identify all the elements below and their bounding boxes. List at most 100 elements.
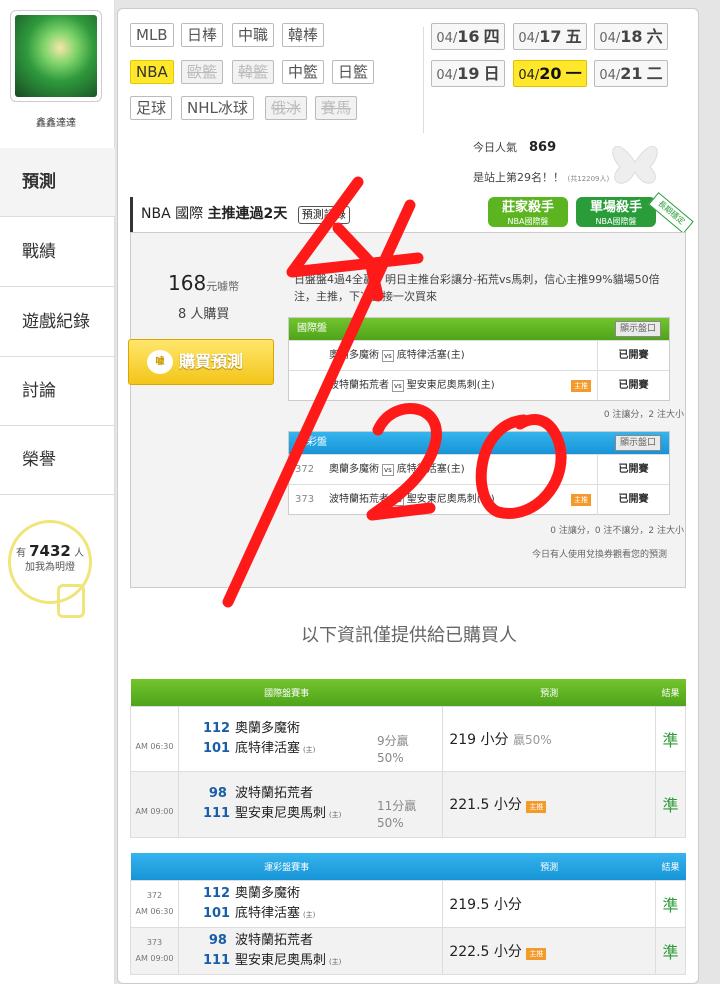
intl-title: 國際盤 bbox=[297, 323, 327, 334]
game-number: 373 bbox=[295, 494, 315, 505]
buyers-label: 人購買 bbox=[190, 307, 230, 322]
lottery-title: 運彩盤 bbox=[297, 437, 327, 448]
team-label: 底特律活塞 bbox=[234, 740, 300, 756]
vs-icon: vs bbox=[392, 380, 404, 392]
date-tab[interactable]: 04/19 日 bbox=[431, 60, 505, 87]
team-name: 奧蘭多魔術 bbox=[235, 719, 300, 739]
avatar-image bbox=[15, 15, 97, 97]
game-row: 372 奧蘭多魔術 vs 底特律活塞(主) 已開賽 bbox=[289, 454, 669, 485]
league-tag[interactable]: 中職 bbox=[232, 23, 275, 47]
lightbulb-icon[interactable]: 有 7432 人 加我為明燈 bbox=[8, 520, 92, 604]
team-home: 奧蘭多魔術 bbox=[329, 350, 379, 361]
team-away: 底特律活塞(主) bbox=[396, 350, 465, 361]
record-button[interactable]: 預測記錄 bbox=[297, 206, 350, 224]
league-tag[interactable]: MLB bbox=[130, 23, 174, 47]
fans-suffix: 人 bbox=[74, 548, 85, 559]
price-value: 168 bbox=[168, 271, 207, 295]
col-header: 結果 bbox=[655, 679, 686, 706]
game-status: 已開賽 bbox=[597, 485, 669, 515]
margin-text: 11分贏 bbox=[376, 798, 417, 813]
sidebar-item-honor[interactable]: 榮譽 bbox=[0, 426, 115, 495]
price: 168元噱幣 bbox=[168, 271, 239, 295]
game-status: 已開賽 bbox=[597, 455, 669, 485]
badge-sub: NBA國際盤 bbox=[595, 217, 637, 226]
league-tag[interactable]: NHL冰球 bbox=[181, 96, 254, 120]
lottery-stats: 0 注讓分，0 注不讓分，2 注大小 bbox=[550, 526, 684, 536]
game-time: 372 AM 06:30 bbox=[130, 879, 179, 928]
voucher-note: 今日有人使用兌換券觀看您的預測 bbox=[532, 550, 668, 560]
sidebar-item-discussion[interactable]: 討論 bbox=[0, 357, 115, 426]
date-weekday: 日 bbox=[483, 64, 500, 83]
main-pick-badge: 主推 bbox=[571, 494, 591, 506]
pick-streak: 主推連過2天 bbox=[207, 206, 288, 222]
game-row: 奧蘭多魔術 vs 底特律活塞(主) 已開賽 bbox=[289, 340, 669, 371]
league-tag[interactable]: 日籃 bbox=[332, 60, 375, 84]
result: 準 bbox=[655, 770, 686, 838]
username: 鑫鑫達達 bbox=[36, 118, 76, 129]
league-tag[interactable]: 日棒 bbox=[181, 23, 224, 47]
date-day: 16 bbox=[457, 27, 480, 46]
home-mark: (主) bbox=[328, 957, 342, 966]
team-label: 波特蘭拓荒者 bbox=[234, 932, 313, 948]
result: 準 bbox=[655, 705, 686, 772]
team-name: 底特律活塞 (主) bbox=[235, 739, 315, 760]
team-home: 奧蘭多魔術 bbox=[329, 464, 379, 475]
score: 111 bbox=[202, 806, 231, 821]
table-row: 372 AM 06:30 112 奧蘭多魔術 101 底特律活塞 (主) 219.5 小… bbox=[130, 879, 686, 928]
date-month: 04/ bbox=[518, 68, 540, 83]
vs-icon: vs bbox=[382, 464, 394, 476]
fans-sub: 加我為明燈 bbox=[25, 562, 75, 574]
team-name: 波特蘭拓荒者 bbox=[235, 784, 313, 804]
date-tab[interactable]: 04/21 二 bbox=[594, 60, 668, 87]
time-text: AM 09:00 bbox=[135, 807, 174, 816]
team-label: 聖安東尼奧馬刺 bbox=[234, 952, 326, 968]
score: 101 bbox=[202, 740, 231, 756]
home-mark: (主) bbox=[328, 811, 342, 819]
show-spread-button[interactable]: 顯示盤口 bbox=[614, 435, 661, 451]
show-spread-button[interactable]: 顯示盤口 bbox=[614, 321, 661, 337]
date-tab[interactable]: 04/18 六 bbox=[594, 23, 668, 50]
badge-title: 單場殺手 bbox=[589, 200, 642, 215]
buy-prediction-button[interactable]: 噱購買預測 bbox=[128, 339, 274, 385]
score: 101 bbox=[202, 905, 231, 921]
league-tag[interactable]: 韓棒 bbox=[282, 23, 325, 47]
pick-cell: 222.5 小分 主推 bbox=[442, 926, 656, 975]
date-weekday: 五 bbox=[565, 27, 582, 46]
sidebar-item-game-log[interactable]: 遊戲紀錄 bbox=[0, 288, 115, 357]
game-number: 372 bbox=[295, 464, 315, 475]
team-label: 聖安東尼奧馬刺 bbox=[234, 806, 326, 821]
team-name: 聖安東尼奧馬刺 (主) bbox=[235, 951, 341, 972]
intl-box: 國際盤 顯示盤口 奧蘭多魔術 vs 底特律活塞(主) 已開賽 波特蘭拓荒者 vs 聖安東尼奧… bbox=[288, 317, 670, 401]
popularity-value: 869 bbox=[529, 140, 557, 155]
result: 準 bbox=[655, 879, 686, 928]
date-tab-active[interactable]: 04/20 一 bbox=[513, 60, 587, 87]
league-tag[interactable]: 中籃 bbox=[282, 60, 325, 84]
col-header: 預測 bbox=[442, 679, 656, 706]
score: 98 bbox=[208, 786, 227, 801]
team-name: 聖安東尼奧馬刺 (主) bbox=[235, 804, 341, 825]
pick-cell: 219 小分 贏50% bbox=[442, 705, 656, 772]
coin-icon: 噱 bbox=[147, 350, 173, 374]
main-pick-badge: 主推 bbox=[571, 380, 591, 392]
game-teams: 奧蘭多魔術 vs 底特律活塞(主) bbox=[329, 455, 465, 485]
team-label: 波特蘭拓荒者 bbox=[234, 786, 313, 801]
sidebar-item-record[interactable]: 戰績 bbox=[0, 218, 115, 287]
avatar[interactable] bbox=[10, 10, 102, 102]
buyers-count: 8 bbox=[178, 307, 187, 322]
league-tag-active[interactable]: NBA bbox=[130, 60, 174, 84]
league-tag[interactable]: 足球 bbox=[130, 96, 173, 120]
date-tab[interactable]: 04/16 四 bbox=[431, 23, 505, 50]
score: 112 bbox=[202, 885, 231, 901]
margin-pct: 50% bbox=[376, 815, 404, 830]
date-tab[interactable]: 04/17 五 bbox=[513, 23, 587, 50]
badge-title: 莊家殺手 bbox=[501, 200, 554, 215]
teams-cell: 112 奧蘭多魔術 101 底特律活塞 (主) 9分贏 50% bbox=[177, 705, 444, 772]
result: 準 bbox=[655, 926, 686, 975]
team-name: 奧蘭多魔術 bbox=[235, 884, 300, 904]
team-label: 奧蘭多魔術 bbox=[234, 720, 300, 736]
sidebar-item-predict[interactable]: 預測 bbox=[0, 148, 115, 217]
game-number: 373 bbox=[146, 937, 163, 947]
game-status: 已開賽 bbox=[597, 341, 669, 371]
game-teams: 波特蘭拓荒者 vs 聖安東尼奧馬刺(主) bbox=[329, 485, 495, 515]
date-day: 21 bbox=[620, 64, 643, 83]
